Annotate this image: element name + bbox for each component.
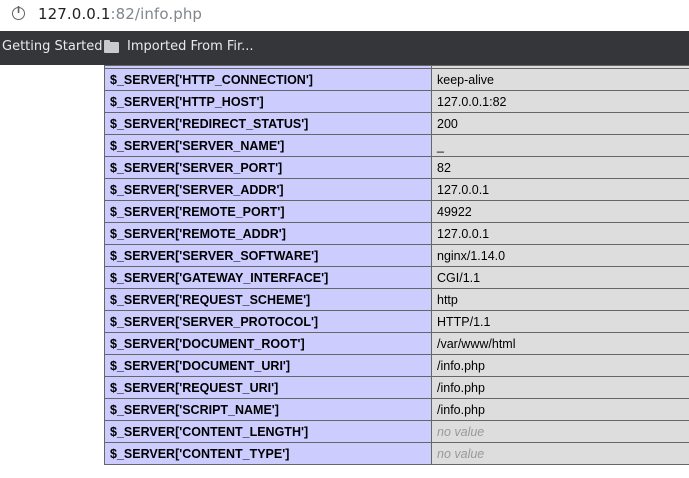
variable-name-cell: $_SERVER['SERVER_PORT']	[104, 156, 432, 179]
table-row: $_SERVER['SERVER_ADDR'] 127.0.0.1	[104, 178, 689, 201]
folder-icon	[104, 40, 119, 53]
url-text[interactable]: 127.0.0.1:82/info.php	[38, 5, 202, 23]
url-path: :82/info.php	[110, 5, 203, 23]
no-value-text: no value	[437, 424, 485, 439]
variable-value-cell: 82	[431, 156, 689, 179]
bookmark-getting-started[interactable]: Getting Started	[2, 39, 103, 54]
variable-value-cell: 49922	[431, 200, 689, 223]
variable-value-cell: _	[431, 134, 689, 157]
variable-name-cell: $_SERVER['REQUEST_URI']	[104, 376, 432, 399]
no-value-text: no value	[437, 446, 485, 461]
variable-value-cell: no value	[431, 420, 689, 443]
variable-value-cell: 127.0.0.1	[431, 222, 689, 245]
variable-name-cell: $_SERVER['HTTP_HOST']	[104, 90, 432, 113]
variable-name-cell: $_SERVER['SERVER_PROTOCOL']	[104, 310, 432, 333]
variable-value-cell: http	[431, 288, 689, 311]
site-info-icon[interactable]	[12, 6, 25, 20]
table-row: $_SERVER['REQUEST_SCHEME'] http	[104, 288, 689, 311]
variable-name-cell: $_SERVER['SERVER_NAME']	[104, 134, 432, 157]
variable-value-cell: 127.0.0.1	[431, 178, 689, 201]
variable-value-cell: /info.php	[431, 354, 689, 377]
server-variables-table: $_SERVER['HTTP_CONNECTION'] keep-alive $_S…	[104, 65, 689, 465]
variable-name-cell: $_SERVER['SERVER_SOFTWARE']	[104, 244, 432, 267]
bookmark-imported-folder[interactable]: Imported From Fir...	[127, 39, 254, 54]
table-row: $_SERVER['SERVER_PROTOCOL'] HTTP/1.1	[104, 310, 689, 333]
variable-name-cell: $_SERVER['REMOTE_ADDR']	[104, 222, 432, 245]
table-row: $_SERVER['HTTP_HOST'] 127.0.0.1:82	[104, 90, 689, 113]
table-row: $_SERVER['DOCUMENT_URI']/info.php	[104, 354, 689, 377]
variable-name-cell: $_SERVER['DOCUMENT_ROOT']	[104, 332, 432, 355]
variable-value-cell: 127.0.0.1:82	[431, 90, 689, 113]
variable-value-cell: /info.php	[431, 376, 689, 399]
variable-name-cell: $_SERVER['REMOTE_PORT']	[104, 200, 432, 223]
address-bar[interactable]: 127.0.0.1:82/info.php	[0, 0, 689, 31]
bookmarks-bar: Getting Started Imported From Fir...	[0, 31, 689, 65]
variable-name-cell: $_SERVER['DOCUMENT_URI']	[104, 354, 432, 377]
table-row: $_SERVER['REQUEST_URI']/info.php	[104, 376, 689, 399]
variable-name-cell: $_SERVER['GATEWAY_INTERFACE']	[104, 266, 432, 289]
table-row: $_SERVER['DOCUMENT_ROOT']/var/www/html	[104, 332, 689, 355]
variable-value-cell: no value	[431, 442, 689, 465]
variable-name-cell: $_SERVER['REDIRECT_STATUS']	[104, 112, 432, 135]
variable-name-cell: $_SERVER['CONTENT_TYPE']	[104, 442, 432, 465]
table-row: $_SERVER['REDIRECT_STATUS'] 200	[104, 112, 689, 135]
variable-name-cell: $_SERVER['SERVER_ADDR']	[104, 178, 432, 201]
variable-value-cell: 200	[431, 112, 689, 135]
variable-name-cell: $_SERVER['CONTENT_LENGTH']	[104, 420, 432, 443]
table-row: $_SERVER['HTTP_CONNECTION'] keep-alive	[104, 68, 689, 91]
variable-value-cell: nginx/1.14.0	[431, 244, 689, 267]
table-row: $_SERVER['SERVER_NAME'] _	[104, 134, 689, 157]
table-row: $_SERVER['REMOTE_ADDR'] 127.0.0.1	[104, 222, 689, 245]
table-row: $_SERVER['CONTENT_LENGTH'] no value	[104, 420, 689, 443]
variable-value-cell: CGI/1.1	[431, 266, 689, 289]
table-row: $_SERVER['SCRIPT_NAME']/info.php	[104, 398, 689, 421]
variable-value-cell: HTTP/1.1	[431, 310, 689, 333]
table-row: $_SERVER['SERVER_SOFTWARE'] nginx/1.14.0	[104, 244, 689, 267]
table-row: $_SERVER['SERVER_PORT'] 82	[104, 156, 689, 179]
table-row: $_SERVER['GATEWAY_INTERFACE'] CGI/1.1	[104, 266, 689, 289]
page-content: $_SERVER['HTTP_CONNECTION'] keep-alive $_S…	[0, 65, 689, 478]
url-host: 127.0.0.1	[38, 5, 111, 23]
variable-value-cell: /info.php	[431, 398, 689, 421]
variable-name-cell: $_SERVER['HTTP_CONNECTION']	[104, 68, 432, 91]
variable-value-cell: keep-alive	[431, 68, 689, 91]
table-row: $_SERVER['REMOTE_PORT'] 49922	[104, 200, 689, 223]
variable-name-cell: $_SERVER['REQUEST_SCHEME']	[104, 288, 432, 311]
variable-name-cell: $_SERVER['SCRIPT_NAME']	[104, 398, 432, 421]
table-row: $_SERVER['CONTENT_TYPE'] no value	[104, 442, 689, 465]
variable-value-cell: /var/www/html	[431, 332, 689, 355]
